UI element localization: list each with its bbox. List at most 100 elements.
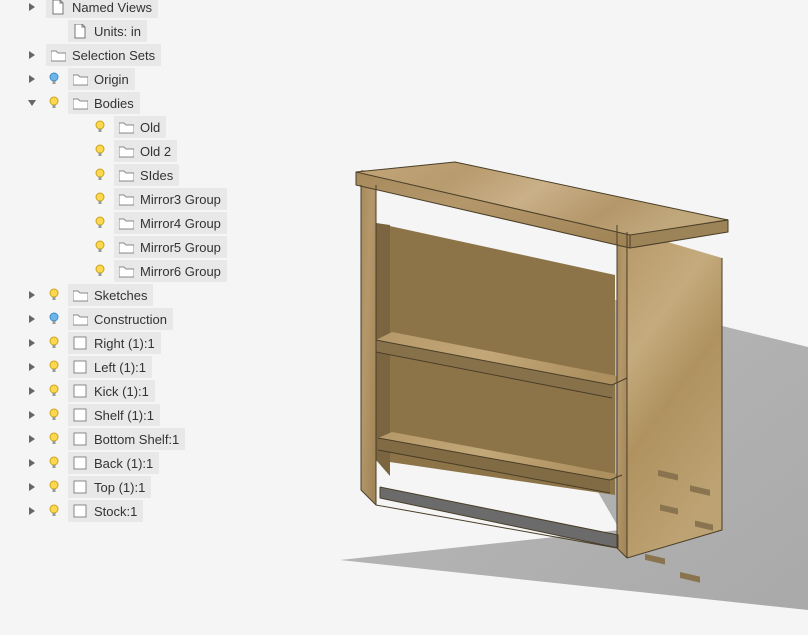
- tree-label: Bodies: [94, 96, 134, 111]
- tree-item-bottom-shelf[interactable]: Bottom Shelf:1: [20, 427, 280, 451]
- page-icon: [50, 0, 66, 15]
- tree-item-left[interactable]: Left (1):1: [20, 355, 280, 379]
- tree-label: Construction: [94, 312, 167, 327]
- tree-item-top[interactable]: Top (1):1: [20, 475, 280, 499]
- expand-arrow-icon[interactable]: [26, 457, 38, 469]
- folder-icon: [118, 239, 134, 255]
- folder-icon: [118, 143, 134, 159]
- component-icon: [72, 383, 88, 399]
- browser-tree[interactable]: Named Views Units: in Selection Sets Ori…: [20, 0, 280, 523]
- visibility-bulb-icon[interactable]: [92, 167, 108, 183]
- visibility-bulb-icon[interactable]: [46, 431, 62, 447]
- folder-icon: [118, 191, 134, 207]
- tree-item-mirror5[interactable]: Mirror5 Group: [20, 235, 280, 259]
- tree-label: Left (1):1: [94, 360, 146, 375]
- folder-icon: [118, 119, 134, 135]
- visibility-bulb-icon[interactable]: [46, 383, 62, 399]
- folder-icon: [72, 95, 88, 111]
- tree-item-selection-sets[interactable]: Selection Sets: [20, 43, 280, 67]
- component-icon: [72, 359, 88, 375]
- tree-label: Mirror3 Group: [140, 192, 221, 207]
- visibility-bulb-icon[interactable]: [46, 479, 62, 495]
- tree-item-units[interactable]: Units: in: [20, 19, 280, 43]
- component-icon: [72, 503, 88, 519]
- tree-label: Kick (1):1: [94, 384, 149, 399]
- visibility-bulb-icon[interactable]: [46, 287, 62, 303]
- expand-arrow-icon[interactable]: [26, 49, 38, 61]
- visibility-bulb-icon[interactable]: [92, 191, 108, 207]
- tree-label: Back (1):1: [94, 456, 153, 471]
- component-icon: [72, 407, 88, 423]
- tree-item-old2[interactable]: Old 2: [20, 139, 280, 163]
- visibility-bulb-icon[interactable]: [92, 263, 108, 279]
- tree-item-construction[interactable]: Construction: [20, 307, 280, 331]
- expand-arrow-icon[interactable]: [26, 505, 38, 517]
- tree-item-sketches[interactable]: Sketches: [20, 283, 280, 307]
- visibility-bulb-icon[interactable]: [46, 95, 62, 111]
- visibility-bulb-icon[interactable]: [46, 503, 62, 519]
- expand-arrow-icon[interactable]: [26, 313, 38, 325]
- viewport-3d[interactable]: Named Views Units: in Selection Sets Ori…: [0, 0, 808, 635]
- tree-label: Top (1):1: [94, 480, 145, 495]
- expand-arrow-icon[interactable]: [26, 409, 38, 421]
- folder-icon: [118, 263, 134, 279]
- tree-item-stock[interactable]: Stock:1: [20, 499, 280, 523]
- expand-arrow-icon[interactable]: [26, 73, 38, 85]
- tree-item-mirror3[interactable]: Mirror3 Group: [20, 187, 280, 211]
- tree-item-sides[interactable]: SIdes: [20, 163, 280, 187]
- visibility-bulb-icon[interactable]: [46, 455, 62, 471]
- folder-icon: [72, 311, 88, 327]
- tree-item-right[interactable]: Right (1):1: [20, 331, 280, 355]
- visibility-bulb-icon[interactable]: [46, 311, 62, 327]
- component-icon: [72, 455, 88, 471]
- tree-label: Bottom Shelf:1: [94, 432, 179, 447]
- visibility-bulb-icon[interactable]: [92, 215, 108, 231]
- folder-icon: [118, 215, 134, 231]
- tree-label: Right (1):1: [94, 336, 155, 351]
- expand-arrow-icon[interactable]: [26, 481, 38, 493]
- tree-item-mirror4[interactable]: Mirror4 Group: [20, 211, 280, 235]
- expand-arrow-icon[interactable]: [26, 385, 38, 397]
- tree-item-bodies[interactable]: Bodies: [20, 91, 280, 115]
- collapse-arrow-icon[interactable]: [26, 97, 38, 109]
- expand-arrow-icon[interactable]: [26, 1, 38, 13]
- page-icon: [72, 23, 88, 39]
- tree-item-mirror6[interactable]: Mirror6 Group: [20, 259, 280, 283]
- component-icon: [72, 479, 88, 495]
- component-icon: [72, 431, 88, 447]
- expand-arrow-icon[interactable]: [26, 361, 38, 373]
- tree-item-back[interactable]: Back (1):1: [20, 451, 280, 475]
- folder-icon: [72, 71, 88, 87]
- tree-label: Shelf (1):1: [94, 408, 154, 423]
- visibility-bulb-icon[interactable]: [92, 239, 108, 255]
- tree-item-old[interactable]: Old: [20, 115, 280, 139]
- tree-item-named-views[interactable]: Named Views: [20, 0, 280, 19]
- tree-item-origin[interactable]: Origin: [20, 67, 280, 91]
- tree-label: Mirror4 Group: [140, 216, 221, 231]
- tree-label: Mirror6 Group: [140, 264, 221, 279]
- visibility-bulb-icon[interactable]: [46, 359, 62, 375]
- tree-label: Units: in: [94, 24, 141, 39]
- expand-arrow-icon[interactable]: [26, 289, 38, 301]
- folder-icon: [50, 47, 66, 63]
- visibility-bulb-icon[interactable]: [92, 143, 108, 159]
- tree-item-shelf[interactable]: Shelf (1):1: [20, 403, 280, 427]
- tree-label: Origin: [94, 72, 129, 87]
- tree-item-kick[interactable]: Kick (1):1: [20, 379, 280, 403]
- tree-label: Named Views: [72, 0, 152, 15]
- folder-icon: [118, 167, 134, 183]
- component-icon: [72, 335, 88, 351]
- expand-arrow-icon[interactable]: [26, 337, 38, 349]
- visibility-bulb-icon[interactable]: [46, 407, 62, 423]
- visibility-bulb-icon[interactable]: [46, 335, 62, 351]
- folder-icon: [72, 287, 88, 303]
- expand-arrow-icon[interactable]: [26, 433, 38, 445]
- tree-label: SIdes: [140, 168, 173, 183]
- tree-label: Sketches: [94, 288, 147, 303]
- tree-label: Stock:1: [94, 504, 137, 519]
- tree-label: Selection Sets: [72, 48, 155, 63]
- tree-label: Old: [140, 120, 160, 135]
- visibility-bulb-icon[interactable]: [46, 71, 62, 87]
- visibility-bulb-icon[interactable]: [92, 119, 108, 135]
- tree-label: Old 2: [140, 144, 171, 159]
